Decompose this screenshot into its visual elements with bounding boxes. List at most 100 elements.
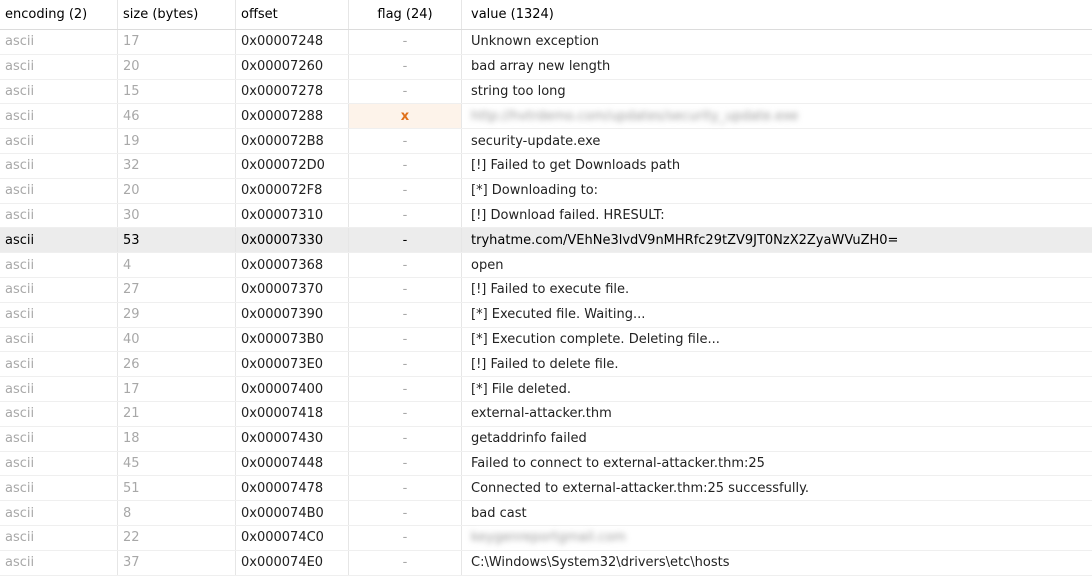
column-header-value[interactable]: value (1324) <box>462 0 1092 29</box>
cell-offset: 0x00007368 <box>236 253 349 277</box>
cell-size: 45 <box>118 451 236 476</box>
cell-size: 46 <box>118 104 236 129</box>
cell-size: 27 <box>118 277 236 302</box>
table-row[interactable]: ascii 4 0x00007368- open <box>0 253 1092 278</box>
cell-offset: 0x000072F8 <box>236 178 349 203</box>
column-header-flag[interactable]: flag (24) <box>349 0 462 29</box>
cell-value: Unknown exception <box>471 34 600 50</box>
table-body: ascii 17 0x00007248- Unknown exception ascii… <box>0 30 1092 576</box>
cell-encoding: ascii <box>0 277 118 302</box>
cell-offset: 0x00007370 <box>236 277 349 302</box>
cell-flag: - <box>349 550 462 575</box>
cell-flag: - <box>349 525 462 550</box>
column-header-offset[interactable]: offset <box>236 0 349 29</box>
cell-size: 18 <box>118 426 236 451</box>
table-row[interactable]: ascii 53 0x00007330- tryhatme.com/VEhNe3lvd… <box>0 228 1092 254</box>
cell-encoding: ascii <box>0 550 118 575</box>
table-row[interactable]: ascii 45 0x00007448- Failed to connect to e… <box>0 451 1092 477</box>
table-row[interactable]: ascii 15 0x00007278- string too long <box>0 79 1092 105</box>
cell-offset: 0x00007430 <box>236 426 349 451</box>
cell-size: 53 <box>118 228 236 253</box>
table-row[interactable]: ascii 26 0x000073E0- [!] Failed to delete f… <box>0 352 1092 378</box>
table-row[interactable]: ascii 20 0x00007260- bad array new length <box>0 54 1092 80</box>
cell-flag: - <box>349 377 462 401</box>
cell-size: 30 <box>118 203 236 228</box>
cell-size: 4 <box>118 253 236 277</box>
table-row[interactable]: ascii 17 0x00007248- Unknown exception <box>0 30 1092 55</box>
table-row[interactable]: ascii 20 0x000072F8- [*] Downloading to: <box>0 178 1092 204</box>
cell-encoding: ascii <box>0 253 118 277</box>
cell-size: 17 <box>118 377 236 401</box>
cell-flag: - <box>349 501 462 525</box>
cell-flag: - <box>349 54 462 79</box>
cell-value: [*] Executed file. Waiting... <box>471 307 646 323</box>
cell-flag: x <box>349 104 462 129</box>
cell-flag: - <box>349 79 462 104</box>
cell-value: security-update.exe <box>471 133 601 149</box>
column-header-size[interactable]: size (bytes) <box>118 0 236 29</box>
cell-encoding: ascii <box>0 525 118 550</box>
table-row[interactable]: ascii 22 0x000074C0- keygenreportgmail.com <box>0 525 1092 551</box>
cell-flag: - <box>349 30 462 54</box>
cell-flag: - <box>349 228 462 253</box>
cell-flag: - <box>349 476 462 501</box>
column-header-encoding[interactable]: encoding (2) <box>0 0 118 29</box>
cell-size: 32 <box>118 153 236 178</box>
cell-size: 17 <box>118 30 236 54</box>
table-row[interactable]: ascii 29 0x00007390- [*] Executed file. Wai… <box>0 302 1092 328</box>
strings-table: encoding (2) size (bytes) offset flag (2… <box>0 0 1092 576</box>
cell-value: [*] Downloading to: <box>471 183 599 199</box>
cell-encoding: ascii <box>0 302 118 327</box>
cell-offset: 0x00007248 <box>236 30 349 54</box>
table-row[interactable]: ascii 46 0x00007288 x http://hvtrdemo.com/up… <box>0 104 1092 130</box>
table-row[interactable]: ascii 27 0x00007370- [!] Failed to execute … <box>0 277 1092 303</box>
cell-flag: - <box>349 426 462 451</box>
cell-size: 22 <box>118 525 236 550</box>
cell-offset: 0x000073E0 <box>236 352 349 377</box>
cell-encoding: ascii <box>0 451 118 476</box>
cell-flag: - <box>349 129 462 153</box>
table-row[interactable]: ascii 8 0x000074B0- bad cast <box>0 501 1092 526</box>
cell-offset: 0x000074E0 <box>236 550 349 575</box>
cell-size: 21 <box>118 401 236 426</box>
cell-encoding: ascii <box>0 153 118 178</box>
cell-offset: 0x00007310 <box>236 203 349 228</box>
cell-value: tryhatme.com/VEhNe3lvdV9nMHRfc29tZV9JT0N… <box>471 232 899 248</box>
cell-offset: 0x000074B0 <box>236 501 349 525</box>
table-row[interactable]: ascii 32 0x000072D0- [!] Failed to get Down… <box>0 153 1092 179</box>
cell-offset: 0x00007288 <box>236 104 349 129</box>
table-row[interactable]: ascii 18 0x00007430- getaddrinfo failed <box>0 426 1092 452</box>
cell-encoding: ascii <box>0 129 118 153</box>
cell-offset: 0x00007260 <box>236 54 349 79</box>
cell-value: bad cast <box>471 505 527 521</box>
table-row[interactable]: ascii 51 0x00007478- Connected to external-… <box>0 476 1092 502</box>
cell-value: [*] Execution complete. Deleting file... <box>471 331 720 347</box>
cell-value: open <box>471 257 504 273</box>
table-row[interactable]: ascii 21 0x00007418- external-attacker.thm <box>0 401 1092 427</box>
cell-flag: - <box>349 178 462 203</box>
cell-value: [!] Download failed. HRESULT: <box>471 207 665 223</box>
cell-encoding: ascii <box>0 54 118 79</box>
table-row[interactable]: ascii 37 0x000074E0- C:\Windows\System32\dr… <box>0 550 1092 576</box>
cell-value: bad array new length <box>471 59 611 75</box>
cell-encoding: ascii <box>0 377 118 401</box>
cell-size: 40 <box>118 327 236 352</box>
table-row[interactable]: ascii 17 0x00007400- [*] File deleted. <box>0 377 1092 402</box>
cell-value: Connected to external-attacker.thm:25 su… <box>471 480 810 496</box>
cell-flag: - <box>349 253 462 277</box>
table-row[interactable]: ascii 30 0x00007310- [!] Download failed. H… <box>0 203 1092 229</box>
cell-encoding: ascii <box>0 476 118 501</box>
cell-encoding: ascii <box>0 401 118 426</box>
cell-flag: - <box>349 153 462 178</box>
cell-value: string too long <box>471 83 566 99</box>
table-row[interactable]: ascii 40 0x000073B0- [*] Execution complete… <box>0 327 1092 353</box>
cell-flag: - <box>349 203 462 228</box>
cell-encoding: ascii <box>0 228 118 253</box>
cell-value: C:\Windows\System32\drivers\etc\hosts <box>471 555 730 571</box>
table-row[interactable]: ascii 19 0x000072B8- security-update.exe <box>0 129 1092 154</box>
cell-value: [*] File deleted. <box>471 381 572 397</box>
cell-value: Failed to connect to external-attacker.t… <box>471 455 765 471</box>
cell-flag: - <box>349 302 462 327</box>
cell-size: 20 <box>118 178 236 203</box>
cell-encoding: ascii <box>0 178 118 203</box>
